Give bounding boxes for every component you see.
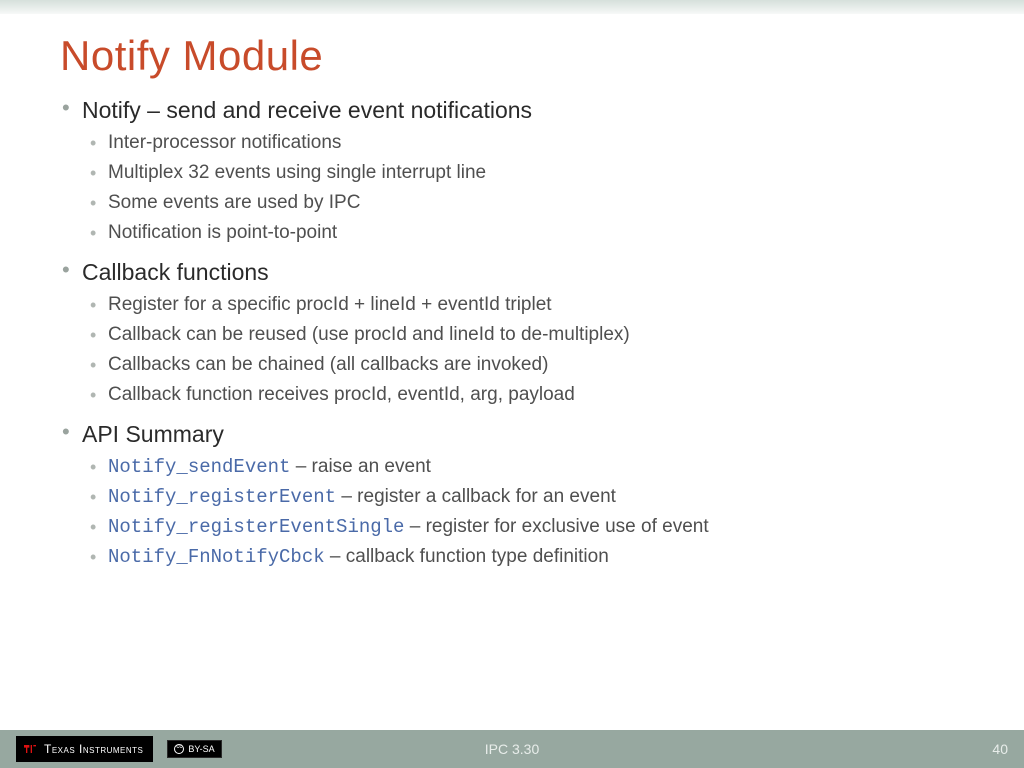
bullet-list-level1: Notify – send and receive event notifica… (60, 94, 964, 572)
page-number: 40 (992, 741, 1008, 757)
api-item: Notify_registerEventSingle – register fo… (82, 512, 964, 542)
section-heading: API Summary (82, 418, 964, 450)
list-item: Callback function receives procId, event… (82, 380, 964, 410)
list-item: Register for a specific procId + lineId … (82, 290, 964, 320)
slide-title: Notify Module (60, 32, 964, 80)
api-fn: Notify_FnNotifyCbck (108, 546, 325, 568)
api-fn: Notify_sendEvent (108, 456, 290, 478)
section-notify: Notify – send and receive event notifica… (60, 94, 964, 248)
license-badge: BY-SA (167, 740, 221, 758)
section-heading: Callback functions (82, 256, 964, 288)
api-fn: Notify_registerEventSingle (108, 516, 404, 538)
list-item: Callback can be reused (use procId and l… (82, 320, 964, 350)
section-api: API Summary Notify_sendEvent – raise an … (60, 418, 964, 572)
list-item: Callbacks can be chained (all callbacks … (82, 350, 964, 380)
license-text: BY-SA (188, 744, 214, 754)
api-item: Notify_registerEvent – register a callba… (82, 482, 964, 512)
ti-logo-icon (22, 741, 38, 757)
bullet-list-level2: Inter-processor notifications Multiplex … (82, 128, 964, 248)
slide: Notify Module Notify – send and receive … (0, 0, 1024, 768)
api-item: Notify_sendEvent – raise an event (82, 452, 964, 482)
list-item: Multiplex 32 events using single interru… (82, 158, 964, 188)
brand-text: Texas Instruments (44, 742, 143, 756)
slide-content: Notify Module Notify – send and receive … (0, 14, 1024, 730)
section-heading: Notify – send and receive event notifica… (82, 94, 964, 126)
api-desc: – register a callback for an event (336, 486, 616, 507)
api-desc: – raise an event (290, 456, 430, 477)
top-gradient-bar (0, 0, 1024, 14)
api-desc: – register for exclusive use of event (404, 516, 708, 537)
list-item: Notification is point-to-point (82, 218, 964, 248)
brand-chip: Texas Instruments (16, 736, 153, 762)
bullet-list-level2: Notify_sendEvent – raise an event Notify… (82, 452, 964, 572)
cc-icon (174, 744, 184, 754)
list-item: Some events are used by IPC (82, 188, 964, 218)
list-item: Inter-processor notifications (82, 128, 964, 158)
section-callback: Callback functions Register for a specif… (60, 256, 964, 410)
api-desc: – callback function type definition (325, 546, 609, 567)
slide-footer: Texas Instruments BY-SA IPC 3.30 40 (0, 730, 1024, 768)
api-fn: Notify_registerEvent (108, 486, 336, 508)
api-item: Notify_FnNotifyCbck – callback function … (82, 542, 964, 572)
footer-center-text: IPC 3.30 (485, 741, 539, 757)
bullet-list-level2: Register for a specific procId + lineId … (82, 290, 964, 410)
